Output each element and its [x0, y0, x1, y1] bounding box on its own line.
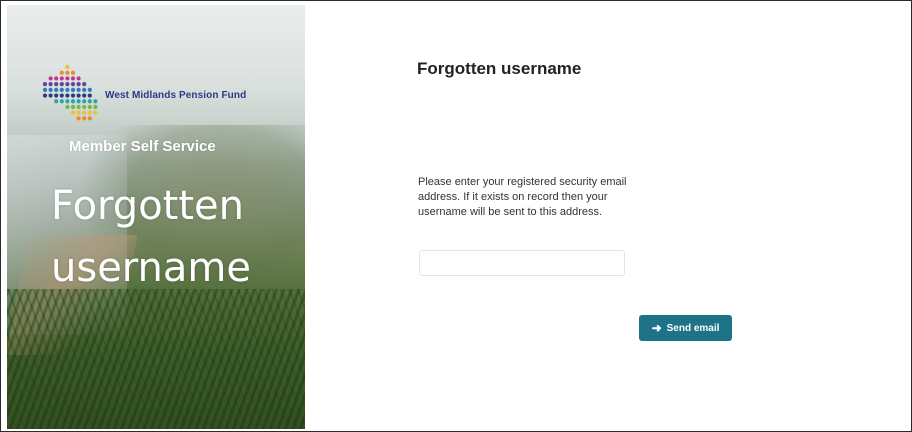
logo-dot — [59, 70, 64, 75]
logo-dot — [87, 104, 92, 110]
logo-dot — [76, 82, 81, 87]
logo-dot — [59, 93, 64, 98]
logo-dot — [70, 87, 76, 92]
logo-dot — [70, 110, 76, 115]
logo-dot — [54, 87, 59, 92]
arrow-right-icon: ➜ — [651, 321, 662, 335]
logo-dot — [48, 93, 53, 98]
logo-dot — [54, 76, 59, 81]
logo-dot — [54, 99, 59, 104]
logo-dot — [48, 82, 53, 87]
logo-dot — [82, 87, 87, 92]
logo-dot — [48, 76, 53, 81]
email-field[interactable] — [419, 250, 625, 276]
logo-dots-icon — [42, 64, 98, 121]
logo-dot — [82, 82, 87, 87]
logo-dot — [76, 99, 81, 104]
logo-dot — [87, 110, 92, 115]
logo-dot — [87, 99, 92, 104]
logo-dot — [54, 82, 59, 87]
hero-title-line2: username — [51, 245, 251, 291]
logo-dot — [76, 104, 81, 110]
logo-dot — [59, 76, 64, 81]
logo-dot — [87, 93, 92, 98]
logo-dot — [93, 110, 98, 115]
logo-dot — [70, 76, 76, 81]
send-email-button[interactable]: ➜ Send email — [639, 315, 732, 341]
service-label: Member Self Service — [69, 138, 216, 155]
logo-dot — [65, 82, 70, 87]
logo-dot — [76, 116, 81, 121]
logo-dot — [87, 116, 92, 121]
brand-logo: West Midlands Pension Fund — [41, 63, 246, 125]
hero-title-line1: Forgotten — [51, 183, 244, 229]
instructions-text: Please enter your registered security em… — [418, 176, 627, 218]
brand-name: West Midlands Pension Fund — [105, 89, 247, 101]
logo-dot — [65, 104, 70, 110]
logo-dot — [65, 93, 70, 98]
logo-dot — [42, 87, 48, 92]
logo-dot — [59, 99, 64, 104]
logo-dot — [42, 93, 48, 98]
logo-dot — [70, 104, 76, 110]
logo-dot — [70, 99, 76, 104]
logo-dot — [70, 93, 76, 98]
hero-title: Forgotten username — [51, 175, 251, 299]
logo-dot — [82, 93, 87, 98]
logo-dot — [76, 110, 81, 115]
logo-dot — [70, 82, 76, 87]
page-frame: West Midlands Pension Fund Member Self S… — [0, 0, 912, 432]
logo-dot — [65, 99, 70, 104]
hero-panel: West Midlands Pension Fund Member Self S… — [7, 5, 305, 429]
logo-dot — [54, 93, 59, 98]
logo-dot — [65, 70, 70, 75]
logo-dot — [82, 116, 87, 121]
logo-dot — [82, 110, 87, 115]
logo-dot — [76, 87, 81, 92]
logo-dot — [82, 104, 87, 110]
logo-dot — [87, 87, 92, 92]
logo-dot — [59, 82, 64, 87]
logo-dot — [93, 99, 98, 104]
logo-dot — [76, 76, 81, 81]
logo-dot — [82, 99, 87, 104]
page-title: Forgotten username — [417, 59, 582, 78]
logo-dot — [65, 76, 70, 81]
logo-dot — [42, 82, 48, 87]
logo-dot — [65, 87, 70, 92]
logo-dot — [59, 87, 64, 92]
send-email-label: Send email — [666, 322, 720, 334]
logo-dot — [65, 64, 70, 70]
logo-dot — [76, 93, 81, 98]
logo-dot — [48, 87, 53, 92]
logo-dot — [93, 104, 98, 110]
logo-dot — [70, 70, 76, 75]
